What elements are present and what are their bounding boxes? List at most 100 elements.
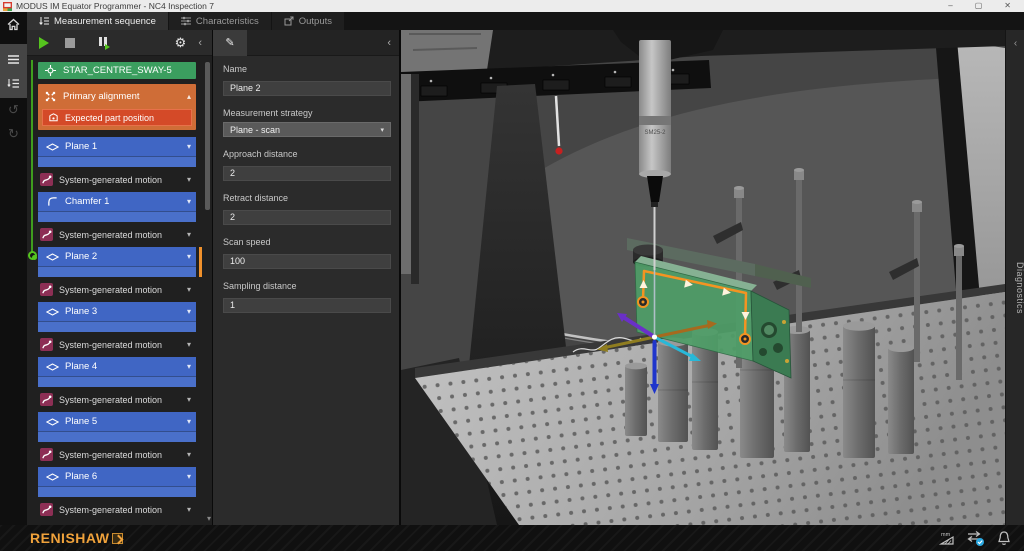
viewport-3d[interactable]: SM25-2 — [401, 30, 1005, 525]
sequence-item-system-generated-motion[interactable]: System-generated motion▾ — [38, 446, 196, 463]
retract-distance-input[interactable] — [223, 210, 391, 225]
window-title: MODUS IM Equator Programmer - NC4 Inspec… — [16, 1, 214, 11]
play-button[interactable] — [39, 37, 49, 49]
settings-gear-icon[interactable]: ⚙ — [175, 36, 187, 49]
sequence-item-plane-3[interactable]: Plane 3▾ — [38, 302, 196, 332]
sequence-item-chamfer-1[interactable]: Chamfer 1▾ — [38, 192, 196, 222]
measurement-strategy-label: Measurement strategy — [223, 108, 389, 118]
chevron-down-icon[interactable]: ▾ — [187, 450, 196, 459]
chevron-down-icon[interactable]: ▾ — [187, 285, 196, 294]
home-button[interactable] — [0, 12, 27, 36]
close-button[interactable]: ✕ — [1004, 0, 1011, 12]
diagnostics-tab-label[interactable]: Diagnostics — [1006, 262, 1024, 314]
approach-distance-label: Approach distance — [223, 149, 389, 159]
menu-button[interactable] — [0, 47, 27, 71]
chevron-down-icon[interactable]: ▾ — [187, 340, 196, 349]
motion-icon — [40, 503, 53, 516]
sequence-item-star-centre-sway-5[interactable]: STAR_CENTRE_SWAY-5 — [38, 62, 196, 79]
scroll-down-arrow[interactable]: ▾ — [207, 514, 211, 523]
chevron-down-icon[interactable]: ▾ — [187, 252, 196, 261]
units-mm-icon[interactable]: mm — [937, 530, 956, 546]
sequence-toolbar: ⚙ ‹ — [27, 30, 212, 56]
sequence-item-plane-5[interactable]: Plane 5▾ — [38, 412, 196, 442]
chevron-down-icon[interactable]: ▾ — [187, 175, 196, 184]
machine-3d-render: SM25-2 — [401, 30, 1005, 525]
sequence-item-expected-part-position[interactable]: Expected part position — [42, 109, 192, 126]
name-label: Name — [223, 64, 389, 74]
sequence-item-primary-alignment[interactable]: Primary alignment▴Expected part position — [38, 84, 196, 130]
step-run-button[interactable] — [97, 37, 111, 49]
scan-speed-label: Scan speed — [223, 237, 389, 247]
rail-view-group — [0, 44, 27, 98]
sequence-tree: ▾ STAR_CENTRE_SWAY-5Primary alignment▴Ex… — [27, 56, 212, 525]
tab-outputs[interactable]: Outputs — [272, 12, 344, 30]
application-window: MODUS IM Equator Programmer - NC4 Inspec… — [0, 0, 1024, 551]
expand-diagnostics-chevron-icon[interactable]: ‹ — [1006, 38, 1024, 49]
sequence-icon — [39, 16, 49, 26]
characteristics-icon — [181, 16, 191, 26]
chevron-down-icon[interactable]: ▾ — [187, 230, 196, 239]
sequence-item-system-generated-motion[interactable]: System-generated motion▾ — [38, 171, 196, 188]
maximize-button[interactable]: ▢ — [975, 0, 983, 12]
plane-icon — [46, 250, 59, 263]
minimize-button[interactable]: – — [948, 0, 952, 12]
properties-header: ✎ ‹ — [213, 30, 399, 56]
probe-module-label: SM25-2 — [644, 130, 666, 136]
renishaw-emblem-icon — [112, 533, 123, 544]
left-rail: ↺ ↻ — [0, 12, 27, 525]
home-icon — [7, 18, 20, 31]
plane-icon — [46, 305, 59, 318]
sequence-item-system-generated-motion[interactable]: System-generated motion▾ — [38, 336, 196, 353]
sequence-list-icon — [7, 77, 20, 90]
outputs-icon — [284, 16, 294, 26]
approach-distance-input[interactable] — [223, 166, 391, 181]
sequence-item-system-generated-motion[interactable]: System-generated motion▾ — [38, 226, 196, 243]
svg-text:mm: mm — [941, 532, 951, 538]
chevron-down-icon[interactable]: ▾ — [187, 362, 196, 371]
sequence-item-plane-1[interactable]: Plane 1▾ — [38, 137, 196, 167]
menu-icon — [7, 53, 20, 66]
chevron-down-icon[interactable]: ▾ — [187, 395, 196, 404]
tab-characteristics[interactable]: Characteristics — [169, 12, 271, 30]
tab-measurement-sequence[interactable]: Measurement sequence — [27, 12, 168, 30]
sequence-item-system-generated-motion[interactable]: System-generated motion▾ — [38, 281, 196, 298]
measurement-strategy-select[interactable]: Plane - scan▾ — [223, 122, 391, 137]
motion-icon — [40, 338, 53, 351]
chevron-down-icon[interactable]: ▾ — [187, 197, 196, 206]
collapse-sequence-panel-button[interactable]: ‹ — [198, 37, 202, 49]
measurement-sequence-panel: ⚙ ‹ ▾ STAR_CENTRE_SWAY-5Primary alignmen… — [27, 30, 213, 525]
stop-button[interactable] — [65, 38, 75, 48]
diagnostics-strip[interactable]: ‹ Diagnostics — [1005, 30, 1024, 525]
sequence-item-plane-2[interactable]: Plane 2▾ — [38, 247, 196, 277]
undo-button[interactable]: ↺ — [0, 98, 27, 122]
sampling-distance-input[interactable] — [223, 298, 391, 313]
chevron-down-icon[interactable]: ▾ — [187, 417, 196, 426]
sequence-item-plane-4[interactable]: Plane 4▾ — [38, 357, 196, 387]
chevron-down-icon[interactable]: ▾ — [187, 142, 196, 151]
chevron-down-icon: ▾ — [380, 126, 384, 134]
properties-panel: ✎ ‹ Name Measurement strategy Plane - scan… — [213, 30, 401, 525]
motion-icon — [40, 228, 53, 241]
sequence-item-plane-6[interactable]: Plane 6▾ — [38, 467, 196, 497]
sequence-scrollbar[interactable] — [205, 60, 210, 511]
sequence-item-system-generated-motion[interactable]: System-generated motion▾ — [38, 501, 196, 518]
sequence-list-button[interactable] — [0, 71, 27, 95]
main-tab-bar: Measurement sequence Characteristics Out… — [27, 12, 1024, 30]
plane-icon — [46, 470, 59, 483]
chevron-down-icon[interactable]: ▾ — [187, 505, 196, 514]
sync-status-icon[interactable] — [966, 530, 986, 547]
redo-button[interactable]: ↻ — [0, 122, 27, 146]
collapse-properties-button[interactable]: ‹ — [387, 37, 391, 49]
sequence-item-system-generated-motion[interactable]: System-generated motion▾ — [38, 391, 196, 408]
scan-speed-input[interactable] — [223, 254, 391, 269]
edit-tool-tab[interactable]: ✎ — [213, 30, 247, 56]
name-input[interactable] — [223, 81, 391, 96]
chevron-down-icon[interactable]: ▾ — [187, 307, 196, 316]
title-bar: MODUS IM Equator Programmer - NC4 Inspec… — [0, 0, 1024, 12]
notifications-bell-icon[interactable] — [996, 530, 1012, 547]
chevron-down-icon[interactable]: ▾ — [187, 472, 196, 481]
redo-icon: ↻ — [8, 126, 19, 142]
alignment-icon — [44, 90, 57, 103]
plane-icon — [46, 415, 59, 428]
chevron-up-icon[interactable]: ▴ — [187, 92, 196, 101]
